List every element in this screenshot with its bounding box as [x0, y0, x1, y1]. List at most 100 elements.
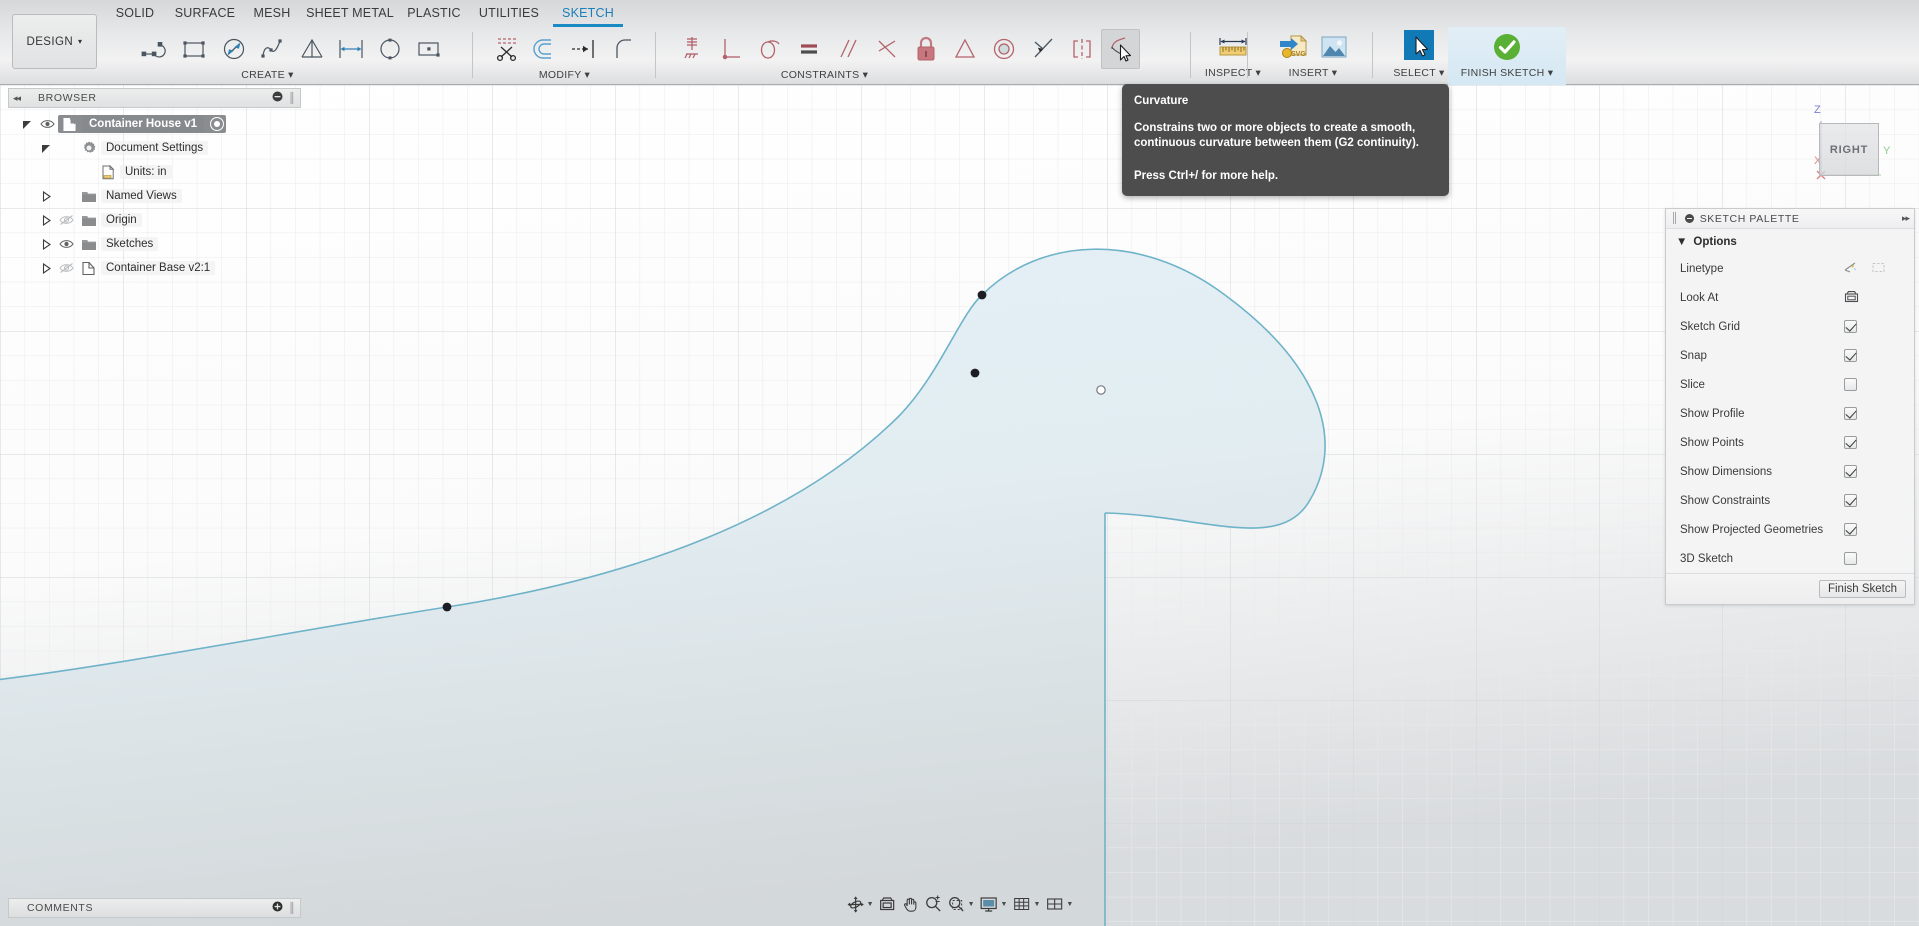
browser-item-sketches[interactable]: Sketches: [8, 232, 301, 256]
slice-checkbox[interactable]: [1844, 378, 1857, 391]
browser-item-document-settings[interactable]: Document Settings: [8, 136, 301, 160]
look-at-button[interactable]: [877, 891, 899, 917]
snap-checkbox[interactable]: [1844, 349, 1857, 362]
coincident-constraint[interactable]: [867, 29, 906, 69]
palette-row-show-constraints[interactable]: Show Constraints: [1666, 486, 1914, 515]
workspace-tab-mesh[interactable]: MESH: [249, 0, 295, 27]
select-button[interactable]: SELECT ▾: [1382, 27, 1456, 85]
browser-header[interactable]: ◂◂ BROWSER ║: [8, 88, 301, 108]
palette-minus-icon[interactable]: [1685, 214, 1694, 223]
grid-settings-caret-icon[interactable]: ▼: [1033, 901, 1040, 908]
collapsed-arrow-icon[interactable]: [37, 239, 55, 250]
view-cube-face-right[interactable]: RIGHT: [1819, 123, 1879, 176]
dimension-tool[interactable]: [331, 29, 370, 69]
browser-tree[interactable]: Container House v1Document SettingsUnits…: [8, 112, 301, 280]
trim-tool[interactable]: [487, 29, 526, 69]
modify-group-label[interactable]: MODIFY ▾: [487, 69, 642, 81]
workspace-tab-sketch[interactable]: SKETCH: [553, 0, 623, 27]
symmetry-constraint[interactable]: [1062, 29, 1101, 69]
browser-grip[interactable]: ║: [288, 93, 296, 104]
browser-item-container-base-v2-1[interactable]: Container Base v2:1: [8, 256, 301, 280]
orbit-button[interactable]: ▼: [844, 891, 876, 917]
rectangle-tool[interactable]: [175, 29, 214, 69]
palette-row-linetype[interactable]: Linetype: [1666, 254, 1914, 283]
palette-row-show-points[interactable]: Show Points: [1666, 428, 1914, 457]
show-dimensions-checkbox[interactable]: [1844, 465, 1857, 478]
show-points-checkbox[interactable]: [1844, 436, 1857, 449]
palette-row-show-projected-geometries[interactable]: Show Projected Geometries: [1666, 515, 1914, 544]
offset-tool[interactable]: [526, 29, 565, 69]
perpendicular-constraint[interactable]: [711, 29, 750, 69]
constraints-group-label[interactable]: CONSTRAINTS ▾: [672, 69, 977, 81]
eye-visible-icon[interactable]: [55, 238, 77, 250]
extend-tool[interactable]: [565, 29, 604, 69]
concentric-constraint[interactable]: [945, 29, 984, 69]
fillet-tool[interactable]: [604, 29, 643, 69]
activate-component-radio[interactable]: [210, 117, 224, 131]
sketch-grid-checkbox[interactable]: [1844, 320, 1857, 333]
line-tool[interactable]: [136, 29, 175, 69]
arc-tool[interactable]: [292, 29, 331, 69]
palette-row-3d-sketch[interactable]: 3D Sketch: [1666, 544, 1914, 573]
palette-row-show-profile[interactable]: Show Profile: [1666, 399, 1914, 428]
pan-button[interactable]: [900, 891, 922, 917]
section-caret-icon[interactable]: ▼: [1676, 236, 1687, 248]
viewports-button[interactable]: ▼: [1043, 891, 1075, 917]
inspect-button[interactable]: INSPECT ▾: [1200, 27, 1266, 85]
workspace-tab-utilities[interactable]: UTILITIES: [474, 0, 544, 27]
finish-sketch-button[interactable]: Finish Sketch: [1819, 580, 1906, 598]
collapse-left-icon[interactable]: ◂◂: [13, 93, 20, 104]
create-group-label[interactable]: CREATE ▾: [136, 69, 399, 81]
browser-item-origin[interactable]: Origin: [8, 208, 301, 232]
browser-panel[interactable]: ◂◂ BROWSER ║ Container House v1Document …: [8, 88, 301, 280]
zoom-button[interactable]: [923, 891, 945, 917]
construction-linetype-icon[interactable]: [1871, 261, 1886, 277]
comments-grip[interactable]: ║: [288, 903, 296, 914]
palette-row-show-dimensions[interactable]: Show Dimensions: [1666, 457, 1914, 486]
browser-item-units-in[interactable]: Units: in: [8, 160, 301, 184]
zoom-window-button[interactable]: ▼: [946, 891, 977, 917]
palette-row-look-at[interactable]: Look At: [1666, 283, 1914, 312]
browser-minus-icon[interactable]: [272, 91, 283, 105]
eye-visible-icon[interactable]: [36, 118, 58, 130]
equal-constraint[interactable]: [789, 29, 828, 69]
circle-tool[interactable]: [214, 29, 253, 69]
collapsed-arrow-icon[interactable]: [37, 215, 55, 226]
expanded-arrow-icon[interactable]: [18, 119, 36, 130]
comments-bar[interactable]: COMMENTS ║: [8, 898, 301, 918]
spline-tool[interactable]: [253, 29, 292, 69]
palette-options-section[interactable]: ▼ Options: [1666, 229, 1914, 254]
3d-sketch-checkbox[interactable]: [1844, 552, 1857, 565]
sketch-palette-header[interactable]: ║ SKETCH PALETTE ▸▸: [1666, 209, 1914, 229]
view-cube[interactable]: Z Y X RIGHT: [1791, 103, 1901, 198]
normal-linetype-icon[interactable]: [1844, 261, 1859, 277]
fix-unfix-constraint[interactable]: [906, 29, 945, 69]
palette-row-sketch-grid[interactable]: Sketch Grid: [1666, 312, 1914, 341]
tangent-constraint[interactable]: [750, 29, 789, 69]
horizontal-vertical-constraint[interactable]: [672, 29, 711, 69]
curvature-constraint[interactable]: [1101, 29, 1140, 69]
show-profile-checkbox[interactable]: [1844, 407, 1857, 420]
browser-item-container-house-v1[interactable]: Container House v1: [8, 112, 301, 136]
workspace-tab-solid[interactable]: SOLID: [112, 0, 158, 27]
look-at-icon[interactable]: [1844, 290, 1859, 306]
parallel-constraint[interactable]: [828, 29, 867, 69]
palette-grip[interactable]: ║: [1671, 213, 1679, 224]
display-settings-caret-icon[interactable]: ▼: [1001, 901, 1008, 908]
workspace-tab-surface[interactable]: SURFACE: [172, 0, 238, 27]
palette-row-snap[interactable]: Snap: [1666, 341, 1914, 370]
midpoint-constraint[interactable]: [1023, 29, 1062, 69]
workspace-tabs[interactable]: SOLIDSURFACEMESHSHEET METALPLASTICUTILIT…: [0, 0, 1919, 27]
polygon-tool[interactable]: [370, 29, 409, 69]
finish-sketch-ribbon-button[interactable]: FINISH SKETCH ▾: [1448, 27, 1566, 85]
orbit-caret-icon[interactable]: ▼: [867, 901, 874, 908]
workspace-switcher-button[interactable]: DESIGN ▾: [12, 14, 97, 69]
palette-row-slice[interactable]: Slice: [1666, 370, 1914, 399]
navigation-bar[interactable]: ▼ ▼: [844, 891, 1076, 917]
eye-hidden-icon[interactable]: [55, 214, 77, 226]
add-comment-icon[interactable]: [272, 901, 283, 915]
show-constraints-checkbox[interactable]: [1844, 494, 1857, 507]
show-projected-geometries-checkbox[interactable]: [1844, 523, 1857, 536]
slot-tool[interactable]: [409, 29, 448, 69]
grid-settings-button[interactable]: ▼: [1010, 891, 1042, 917]
